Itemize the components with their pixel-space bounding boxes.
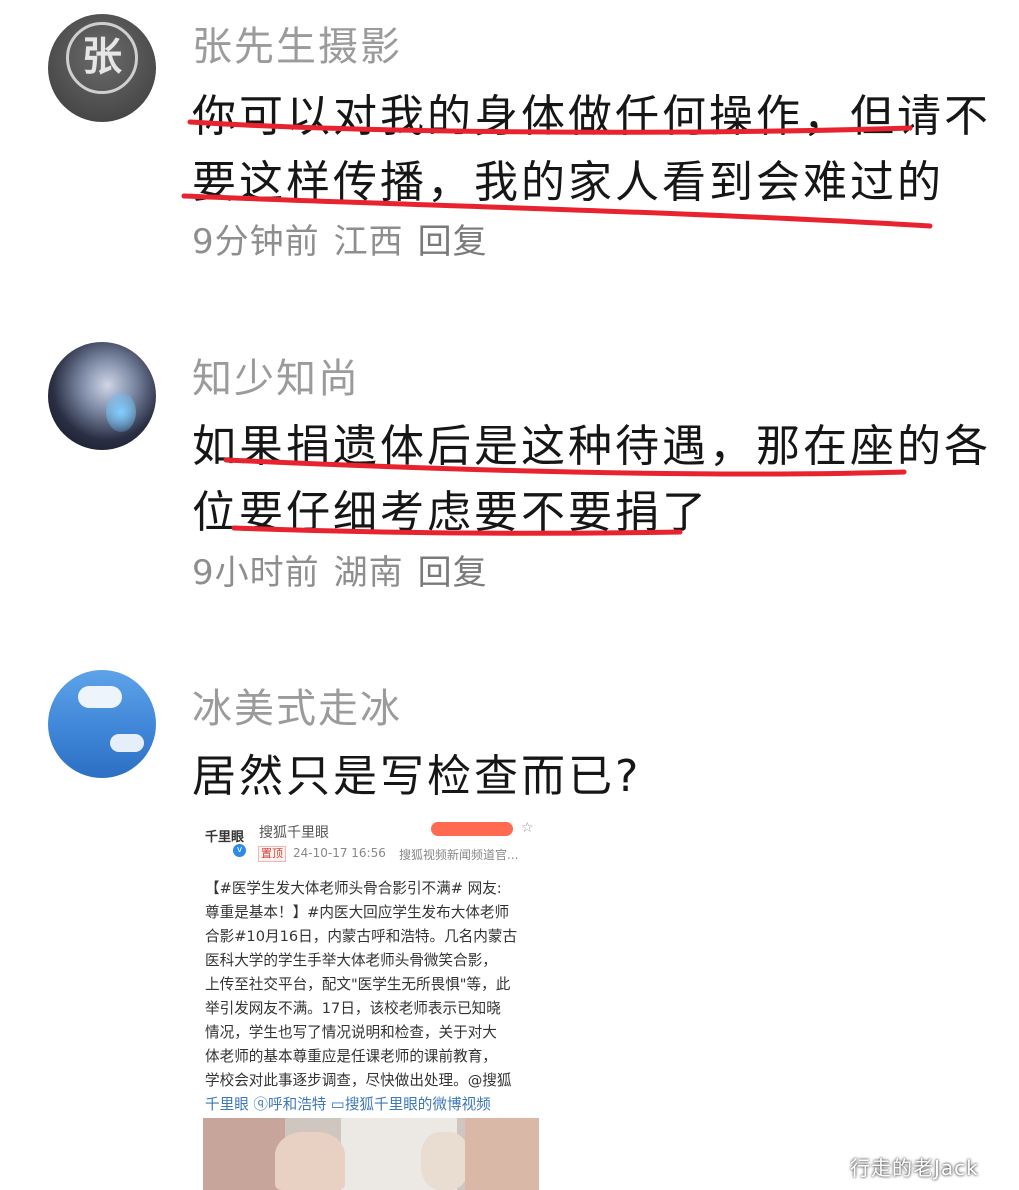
embed-body-line: 举引发网友不满。17日，该校老师表示已知晓	[205, 1000, 501, 1017]
embedded-post-screenshot[interactable]: 千里眼 v 搜狐千里眼 ☆ 置顶 24-10-17 16:56 搜狐视频新闻频道…	[203, 822, 539, 1190]
embed-body-line: 千里眼 ⓠ呼和浩特 ▭搜狐千里眼的微博视频	[205, 1096, 491, 1113]
comment-text-line: 要这样传播，我的家人看到会难过的	[192, 157, 944, 208]
pinned-badge: 置顶	[258, 846, 286, 862]
embed-body: 【#医学生发大体老师头骨合影引不满# 网友: 尊重是基本！】#内医大回应学生发布…	[205, 877, 539, 1117]
embed-logo: 千里眼	[205, 830, 245, 845]
embed-body-line: 合影#10月16日，内蒙古呼和浩特。几名内蒙古	[205, 928, 518, 945]
avatar[interactable]	[48, 342, 156, 450]
embed-header: 千里眼 v 搜狐千里眼 ☆ 置顶 24-10-17 16:56 搜狐视频新闻频道…	[203, 822, 539, 878]
avatar[interactable]: 张	[48, 14, 156, 122]
avatar-cloud	[110, 734, 144, 752]
embed-origin: 搜狐视频新闻频道官...	[399, 848, 519, 862]
photo-block	[465, 1118, 539, 1190]
embed-body-line: 学校会对此事逐步调查，尽快做出处理。@搜狐	[205, 1072, 512, 1089]
embed-body-line: 体老师的基本尊重应是任课老师的课前教育，	[205, 1048, 497, 1065]
comment-text-line: 如果捐遗体后是这种待遇，那在座的各	[192, 421, 991, 472]
avatar[interactable]	[48, 670, 156, 778]
embed-video-thumbnail[interactable]	[203, 1118, 539, 1190]
embed-body-line: 上传至社交平台，配文"医学生无所畏惧"等，此	[205, 976, 511, 993]
photo-block	[275, 1132, 345, 1190]
comment-text-line: 你可以对我的身体做任何操作，但请不	[192, 91, 991, 142]
watermark: 行走的老Jack	[850, 1156, 979, 1180]
username[interactable]: 冰美式走冰	[192, 676, 402, 734]
star-icon: ☆	[521, 822, 534, 836]
embed-body-line: 医科大学的学生手举大体老师头骨微笑合影，	[205, 952, 497, 969]
comment-location: 湖南	[333, 553, 404, 593]
comment-meta: 9小时前 湖南 回复	[192, 545, 502, 594]
embed-body-line: 【#医学生发大体老师头骨合影引不满# 网友:	[205, 880, 502, 897]
reply-button[interactable]: 回复	[418, 553, 488, 593]
avatar-logo: 张	[66, 22, 138, 94]
photo-block	[203, 1118, 285, 1190]
avatar-art	[106, 392, 136, 432]
comment-time: 9小时前	[192, 553, 320, 593]
verified-icon: v	[233, 844, 246, 857]
comment-text-line: 居然只是写检查而已?	[192, 751, 642, 802]
comment-time: 9分钟前	[192, 222, 320, 262]
photo-block	[421, 1132, 469, 1190]
username[interactable]: 张先生摄影	[192, 14, 402, 72]
embed-body-line: 情况，学生也写了情况说明和检查，关于对大	[205, 1024, 497, 1041]
comment-location: 江西	[333, 222, 404, 262]
comment-text-line: 位要仔细考虑要不要捐了	[192, 487, 709, 538]
embed-date: 24-10-17 16:56	[293, 846, 386, 860]
username[interactable]: 知少知尚	[192, 346, 360, 404]
comment-meta: 9分钟前 江西 回复	[192, 214, 502, 263]
embed-source: 搜狐千里眼	[259, 825, 329, 841]
avatar-cloud	[78, 686, 122, 708]
embed-body-line: 尊重是基本！】#内医大回应学生发布大体老师	[205, 904, 510, 921]
reply-button[interactable]: 回复	[418, 222, 488, 262]
follow-button	[431, 822, 513, 836]
